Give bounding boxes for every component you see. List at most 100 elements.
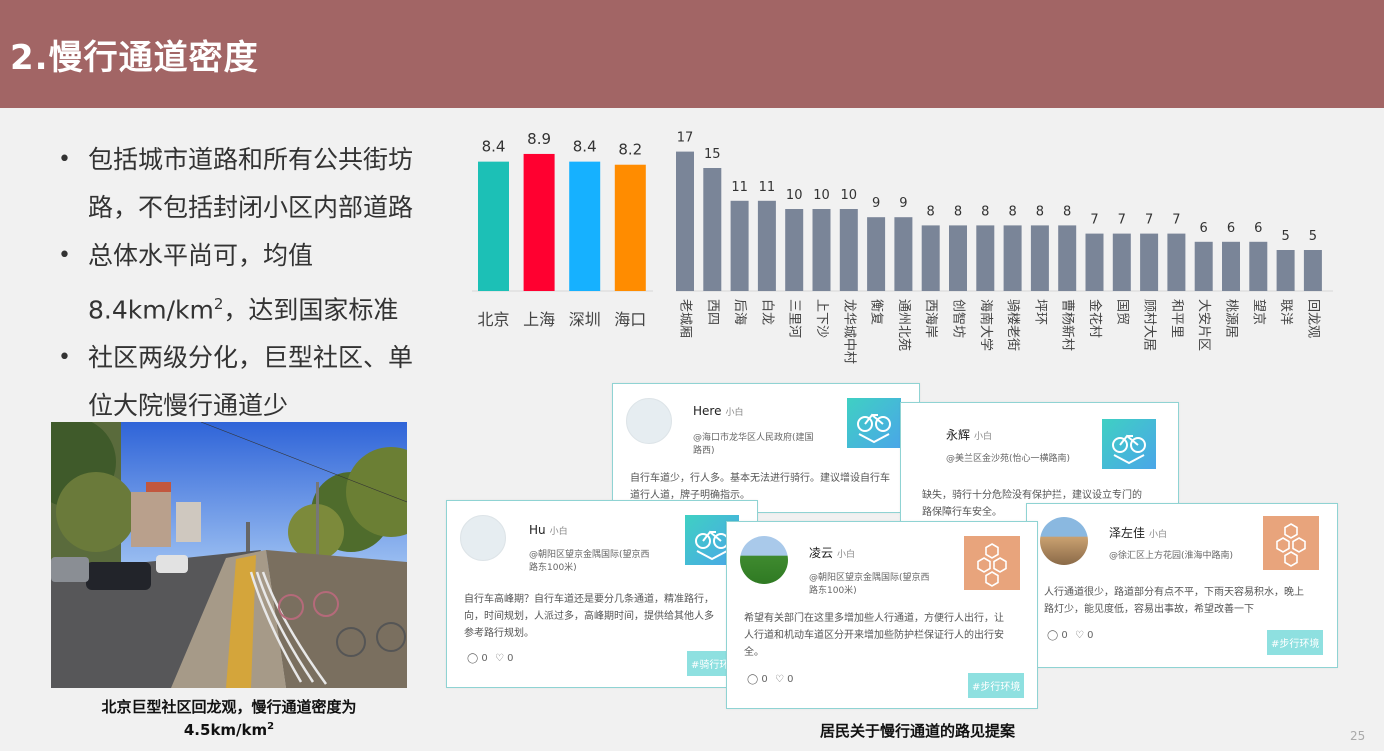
bar bbox=[757, 200, 776, 291]
data-label: 6 bbox=[1227, 221, 1235, 236]
bar bbox=[894, 217, 913, 291]
proposal-card-hu[interactable]: Hu 小白 @朝阳区望京金隅国际(望京西 路东100米) 自行车高峰期？自行车道还是… bbox=[446, 500, 758, 688]
user-name-text: 泽左佳 bbox=[1109, 526, 1146, 540]
tick-label: 桃源居 bbox=[1224, 299, 1239, 338]
tick-label: 西四 bbox=[705, 299, 720, 325]
tick-label: 衡复 bbox=[869, 299, 884, 325]
data-label: 7 bbox=[1172, 213, 1180, 228]
page-number: 25 bbox=[1350, 729, 1366, 743]
proposal-card-zezuojia[interactable]: 泽左佳 小白 @徐汇区上方花园(淮海中路南) 人行通道很少，路道部分有点不平，下雨… bbox=[1026, 503, 1338, 668]
bar bbox=[1003, 225, 1022, 291]
location-text: @朝阳区望京金隅国际(望京西 路东100米) bbox=[529, 549, 650, 575]
like-icon[interactable]: ♡ bbox=[1075, 630, 1084, 641]
bar bbox=[1085, 233, 1104, 291]
avatar bbox=[460, 515, 506, 561]
location-line: @朝阳区望京金隅国际(望京西 bbox=[809, 573, 930, 583]
tick-label: 西海岸 bbox=[923, 299, 938, 338]
tick-label: 三里河 bbox=[787, 299, 802, 338]
data-label: 10 bbox=[786, 188, 803, 203]
avatar bbox=[1040, 517, 1088, 565]
card-stats: ◯ 0 ♡ 0 bbox=[1047, 630, 1093, 641]
bar bbox=[976, 225, 995, 291]
tick-label: 回龙观 bbox=[1305, 299, 1320, 338]
tick-label: 国贸 bbox=[1114, 299, 1129, 325]
data-label: 5 bbox=[1281, 229, 1289, 244]
bar bbox=[1030, 225, 1049, 291]
comment-count: 0 bbox=[1061, 630, 1068, 641]
bar bbox=[676, 151, 694, 291]
proposal-body: 希望有关部门在这里多增加些人行通道，方便行人出行，让 人行道和机动车道区分开来增加… bbox=[744, 610, 1004, 661]
avatar bbox=[626, 398, 672, 444]
data-label: 8 bbox=[927, 204, 935, 219]
topic-tag[interactable]: #步行环境 bbox=[1267, 630, 1324, 655]
body-line: 希望有关部门在这里多增加些人行通道，方便行人出行，让 bbox=[744, 613, 1004, 624]
data-label: 9 bbox=[872, 196, 880, 211]
like-icon[interactable]: ♡ bbox=[495, 653, 504, 664]
like-count: 0 bbox=[507, 653, 514, 664]
data-label: 6 bbox=[1200, 221, 1208, 236]
bar bbox=[839, 209, 858, 291]
tick-label: 望京 bbox=[1251, 299, 1267, 325]
data-label: 10 bbox=[813, 188, 830, 203]
bar bbox=[1303, 250, 1322, 291]
comment-count: 0 bbox=[761, 674, 768, 685]
body-line: 路灯少，能见度低，容易出事故，希望改善一下 bbox=[1044, 604, 1254, 615]
user-name: Here 小白 bbox=[693, 404, 743, 418]
bar bbox=[703, 168, 722, 291]
bar bbox=[921, 225, 940, 291]
data-label: 15 bbox=[704, 147, 721, 162]
bike-icon bbox=[847, 398, 901, 448]
user-name-text: 永辉 bbox=[946, 428, 971, 442]
bar bbox=[1140, 233, 1159, 291]
data-label: 8 bbox=[1008, 204, 1016, 219]
slide: 2.慢行通道密度 • 包括城市道路和所有公共街坊 路，不包括封闭小区内部道路 •… bbox=[0, 0, 1384, 751]
body-line: 参考路行规划。 bbox=[464, 628, 534, 639]
like-count: 0 bbox=[787, 674, 794, 685]
topic-tag[interactable]: #步行环境 bbox=[968, 673, 1025, 698]
tick-label: 顾村大居 bbox=[1142, 299, 1157, 351]
user-name-text: 凌云 bbox=[809, 546, 834, 560]
tick-label: 老城厢 bbox=[678, 299, 693, 338]
comment-icon[interactable]: ◯ bbox=[1047, 630, 1058, 641]
bar bbox=[1058, 225, 1077, 291]
location-line: 路西) bbox=[693, 446, 715, 456]
hexagon-glyph-icon bbox=[1276, 523, 1306, 567]
body-line: 全。 bbox=[744, 647, 764, 658]
bar bbox=[1222, 241, 1240, 291]
tick-label: 曹杨新村 bbox=[1060, 299, 1076, 351]
data-label: 7 bbox=[1090, 213, 1098, 228]
proposal-card-here[interactable]: Here 小白 @海口市龙华区人民政府(建国 路西) 自行车道少，行人多。基本无法进… bbox=[612, 383, 920, 513]
tick-label: 龙华城中村 bbox=[841, 299, 856, 364]
location-line: @徐汇区上方花园(淮海中路南) bbox=[1109, 551, 1234, 561]
location-line: 路东100米) bbox=[529, 563, 577, 573]
data-label: 8 bbox=[981, 204, 989, 219]
user-level-tag: 小白 bbox=[549, 527, 568, 537]
user-name: 永辉 小白 bbox=[946, 426, 992, 443]
tick-label: 联洋 bbox=[1278, 299, 1293, 325]
location-text: @徐汇区上方花园(淮海中路南) bbox=[1109, 550, 1233, 563]
bike-icon bbox=[1102, 419, 1156, 469]
body-line: 自行车高峰期？自行车道还是要分几条通道，精准路行， bbox=[464, 594, 714, 605]
hexagon-icon bbox=[964, 536, 1020, 590]
data-label: 8 bbox=[954, 204, 962, 219]
location-text: @朝阳区望京金隅国际(望京西 路东100米) bbox=[809, 572, 930, 598]
data-label: 11 bbox=[731, 180, 748, 195]
card-stats: ◯ 0 ♡ 0 bbox=[467, 653, 513, 664]
user-name: Hu 小白 bbox=[529, 523, 568, 537]
bar bbox=[1249, 241, 1268, 291]
comment-icon[interactable]: ◯ bbox=[747, 674, 758, 685]
proposal-body: 自行车高峰期？自行车道还是要分几条通道，精准路行， 向，时间规划，人派过多，高峰期… bbox=[464, 591, 714, 642]
tick-label: 通州北苑 bbox=[896, 299, 911, 351]
user-name-text: Hu bbox=[529, 523, 546, 537]
data-label: 7 bbox=[1118, 213, 1126, 228]
body-line: 自行车道少，行人多。基本无法进行骑行。建议增设自行车 bbox=[630, 473, 890, 484]
location-line: 路东100米) bbox=[809, 586, 857, 596]
tick-label: 大安片区 bbox=[1196, 299, 1211, 351]
tick-label: 坪环 bbox=[1032, 299, 1047, 325]
body-line: 人行通道很少，路道部分有点不平，下雨天容易积水，晚上 bbox=[1044, 587, 1304, 598]
like-icon[interactable]: ♡ bbox=[775, 674, 784, 685]
comment-icon[interactable]: ◯ bbox=[467, 653, 478, 664]
hexagon-glyph-icon bbox=[977, 543, 1007, 587]
proposal-card-lingyun[interactable]: 凌云 小白 @朝阳区望京金隅国际(望京西 路东100米) 希望有关部门在这里多增加些… bbox=[726, 521, 1038, 709]
user-name: 凌云 小白 bbox=[809, 544, 855, 561]
